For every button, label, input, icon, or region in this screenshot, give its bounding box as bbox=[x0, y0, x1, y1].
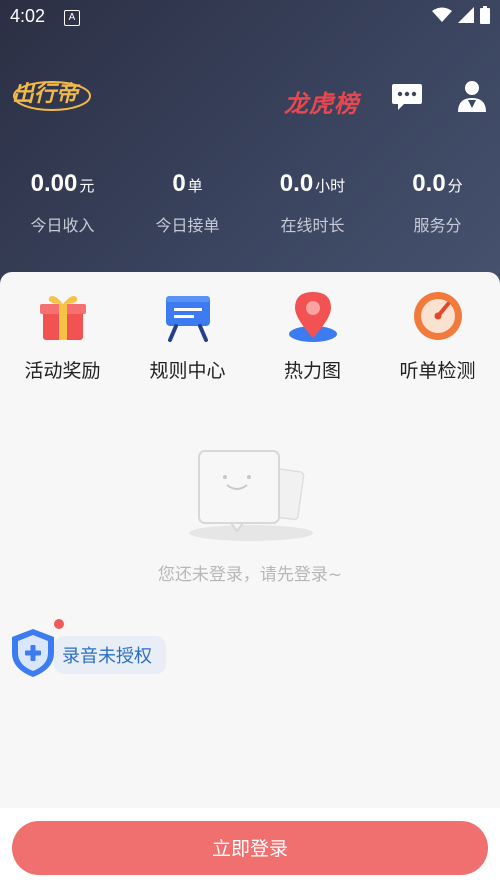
feature-heat-map[interactable]: 热力图 bbox=[250, 288, 375, 383]
app-logo: 出行帝 bbox=[12, 72, 92, 118]
status-indicators bbox=[432, 6, 490, 24]
logo-text: 出行帝 bbox=[12, 81, 79, 106]
feature-grid: 活动奖励 规则中心 热力图 听单检测 bbox=[0, 288, 500, 383]
stat-label: 服务分 bbox=[413, 216, 462, 235]
empty-state-message: 您还未登录，请先登录~ bbox=[157, 565, 343, 585]
stat-orders: 0单 今日接单 bbox=[125, 170, 250, 250]
feature-label: 规则中心 bbox=[149, 360, 226, 382]
stat-online-time: 0.0 小时 在线时长 bbox=[250, 170, 375, 250]
stat-value: 0 bbox=[172, 170, 186, 197]
battery-icon bbox=[480, 6, 490, 24]
notification-dot bbox=[54, 619, 64, 629]
feature-rules-center[interactable]: 规则中心 bbox=[125, 288, 250, 383]
stats-row: 0.00 元 今日收入 0单 今日接单 0.0 小时 在线时长 0.0 分 服务分 bbox=[0, 170, 500, 250]
gift-icon bbox=[39, 296, 86, 340]
stat-label: 今日收入 bbox=[30, 216, 95, 235]
feature-order-detection[interactable]: 听单检测 bbox=[375, 288, 500, 383]
stat-value: 0.00 bbox=[30, 170, 78, 197]
stat-income: 0.00 元 今日收入 bbox=[0, 170, 125, 250]
ranking-button[interactable]: 龙虎榜 bbox=[284, 84, 359, 119]
bottom-bar: 立即登录 bbox=[0, 808, 500, 888]
recording-auth-badge[interactable]: 录音未授权 bbox=[8, 619, 166, 680]
feature-activity-rewards[interactable]: 活动奖励 bbox=[0, 288, 125, 383]
stat-value: 0.0 bbox=[412, 170, 446, 197]
stat-unit: 单 bbox=[187, 178, 203, 195]
feature-label: 听单检测 bbox=[399, 360, 476, 382]
feature-label: 活动奖励 bbox=[24, 360, 101, 382]
easel-icon bbox=[165, 296, 210, 342]
signal-icon bbox=[458, 7, 474, 23]
recording-auth-label: 录音未授权 bbox=[62, 646, 152, 667]
stat-unit: 小时 bbox=[315, 178, 346, 195]
app-notification-icon: A bbox=[64, 10, 80, 26]
stat-unit: 元 bbox=[79, 178, 95, 195]
gauge-icon bbox=[413, 292, 462, 340]
main-panel: 活动奖励 规则中心 热力图 听单检测 您还未登录，请先登录~ 录音未授权 bbox=[0, 272, 500, 812]
stat-unit: 分 bbox=[447, 178, 463, 195]
profile-icon[interactable] bbox=[456, 78, 488, 114]
feature-label: 热力图 bbox=[283, 360, 341, 382]
wifi-icon bbox=[432, 7, 452, 22]
message-icon[interactable] bbox=[390, 80, 424, 114]
empty-state-illustration bbox=[189, 450, 313, 541]
map-pin-icon bbox=[288, 292, 337, 342]
login-button[interactable]: 立即登录 bbox=[12, 821, 488, 875]
shield-plus-icon bbox=[12, 629, 54, 677]
stat-service-score: 0.0 分 服务分 bbox=[375, 170, 500, 250]
stat-value: 0.0 bbox=[279, 170, 314, 197]
status-time: 4:02 bbox=[10, 6, 46, 26]
stat-label: 今日接单 bbox=[155, 216, 220, 235]
status-bar: 4:02 A bbox=[0, 0, 500, 34]
stat-label: 在线时长 bbox=[280, 216, 345, 235]
header: 4:02 A 出行帝 龙虎榜 0.00 元 今日收入 0单 今日接单 0.0 小… bbox=[0, 0, 500, 300]
